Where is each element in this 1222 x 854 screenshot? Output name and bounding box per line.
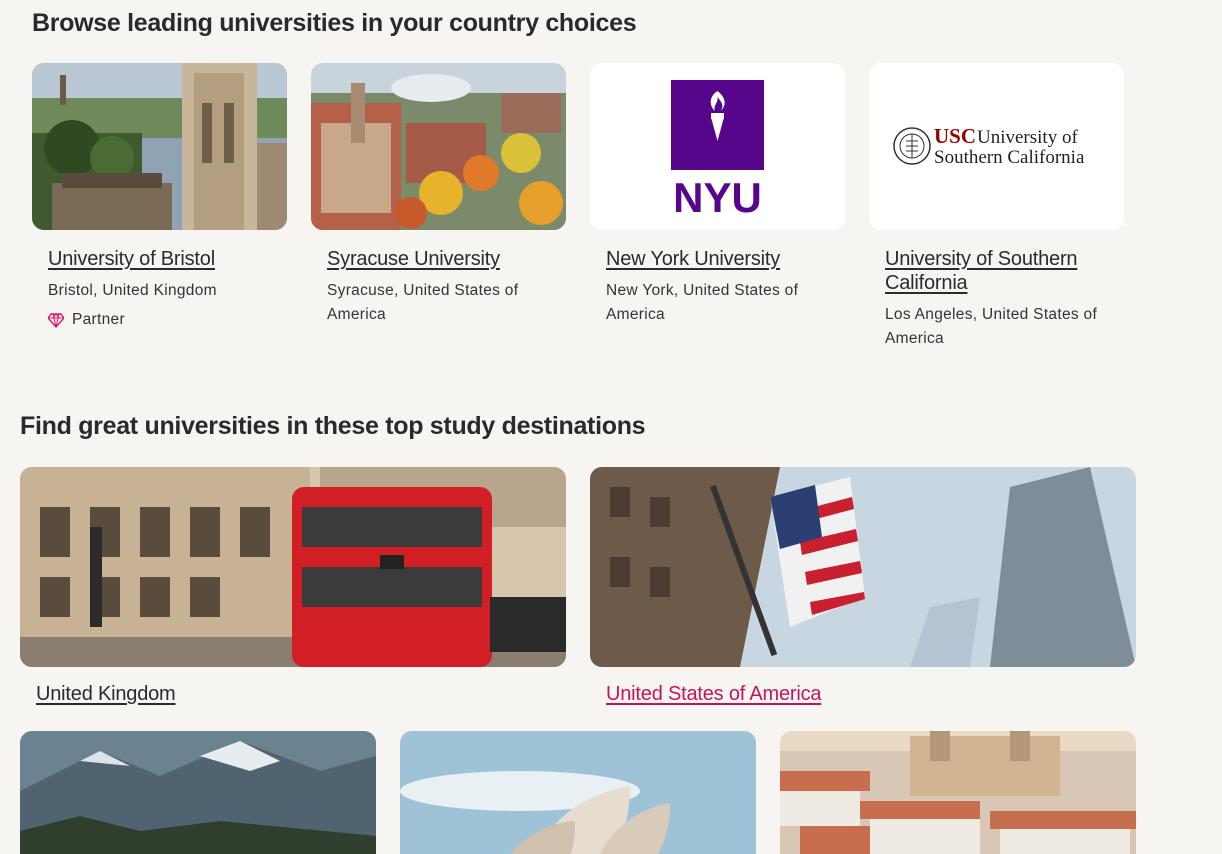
university-location: Syracuse, United States of America (327, 282, 519, 323)
destination-name-link[interactable]: United Kingdom (36, 683, 550, 706)
london-bus-photo[interactable] (20, 467, 566, 667)
university-card-syracuse[interactable]: Syracuse University Syracuse, United Sta… (311, 63, 566, 327)
svg-text:USC: USC (934, 124, 976, 148)
destinations-heading: Find great universities in these top stu… (20, 412, 646, 440)
nyu-logo[interactable]: NYU (590, 63, 845, 230)
destination-card-uk[interactable]: United Kingdom (20, 467, 566, 706)
svg-text:NYU: NYU (673, 174, 762, 221)
university-name-link[interactable]: University of Southern California (885, 247, 1108, 295)
partner-badge: Partner (48, 311, 271, 329)
browse-heading: Browse leading universities in your coun… (32, 9, 637, 37)
bristol-campus-photo[interactable] (32, 63, 287, 230)
lisbon-cityscape-photo[interactable] (780, 731, 1136, 854)
university-card-bristol[interactable]: University of Bristol Bristol, United Ki… (32, 63, 287, 329)
us-flag-skyscraper-photo[interactable] (590, 467, 1136, 667)
svg-text:Southern California: Southern California (934, 147, 1085, 168)
gem-icon (48, 313, 64, 328)
sydney-opera-house-photo[interactable] (400, 731, 756, 854)
university-card-usc[interactable]: USC University of Southern California Un… (869, 63, 1124, 351)
usc-logo[interactable]: USC University of Southern California (869, 63, 1124, 230)
university-location: New York, United States of America (606, 282, 799, 323)
university-name-link[interactable]: University of Bristol (48, 247, 271, 271)
university-card-nyu[interactable]: NYU New York University New York, United… (590, 63, 845, 327)
svg-text:University of: University of (977, 127, 1078, 148)
university-name-link[interactable]: New York University (606, 247, 829, 271)
university-name-link[interactable]: Syracuse University (327, 247, 550, 271)
university-location: Los Angeles, United States of America (885, 306, 1098, 347)
mountain-landscape-photo[interactable] (20, 731, 376, 854)
destination-name-link[interactable]: United States of America (606, 683, 1120, 706)
syracuse-campus-photo[interactable] (311, 63, 566, 230)
university-location: Bristol, United Kingdom (48, 282, 217, 299)
destination-card-usa[interactable]: United States of America (590, 467, 1136, 706)
partner-label: Partner (72, 311, 125, 328)
